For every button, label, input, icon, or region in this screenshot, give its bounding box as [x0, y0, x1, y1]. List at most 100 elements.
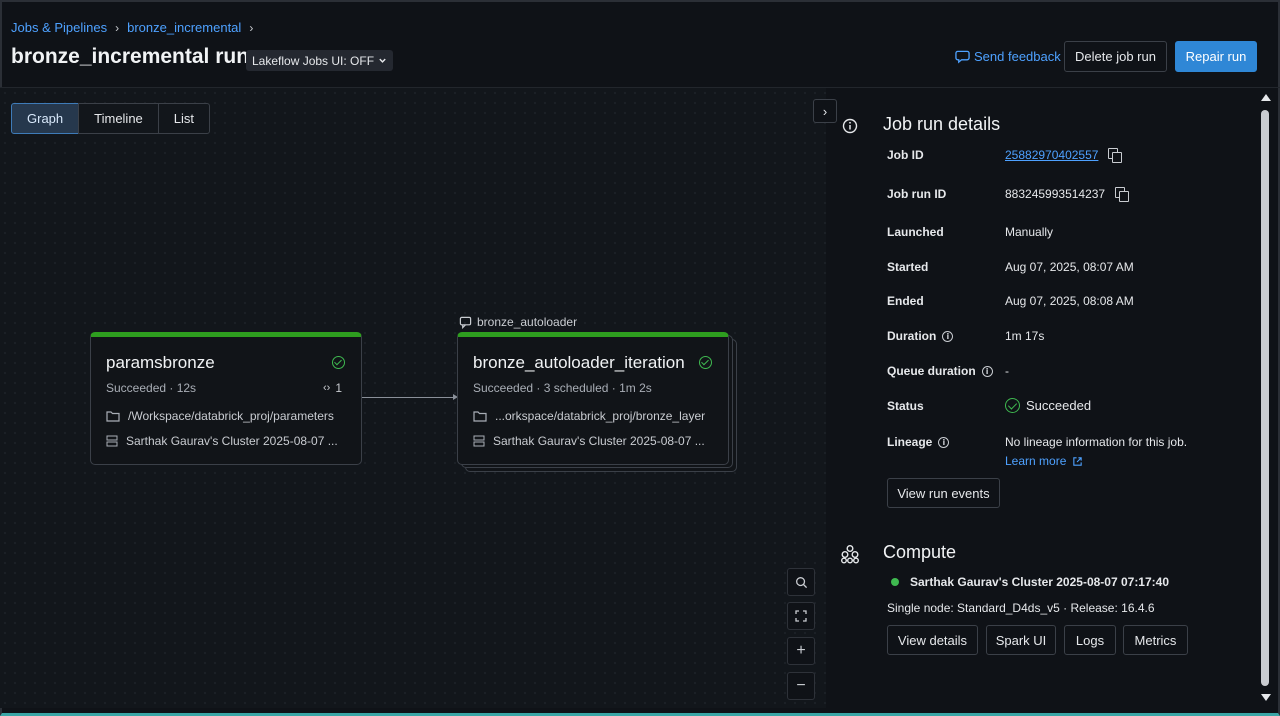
task-path: ...orkspace/databrick_proj/bronze_layer: [495, 409, 706, 423]
run-id-row: 883245993514237: [1005, 187, 1130, 202]
ended-value: Aug 07, 2025, 08:08 AM: [1005, 294, 1134, 308]
parameters-count: ‹› 1: [323, 381, 342, 395]
info-icon[interactable]: i: [981, 365, 993, 377]
plus-icon: +: [796, 642, 806, 659]
chat-bubble-icon: [955, 50, 970, 64]
info-circle-icon: [842, 118, 858, 134]
fit-view-button[interactable]: [787, 602, 815, 630]
started-label: Started: [887, 260, 929, 274]
job-id-label: Job ID: [887, 148, 924, 162]
loop-name: bronze_autoloader: [477, 315, 578, 329]
success-check-icon: [1005, 398, 1020, 413]
delete-job-run-button[interactable]: Delete job run: [1064, 41, 1167, 72]
queue-label-row: Queue duration i: [887, 364, 993, 378]
launched-label: Launched: [887, 225, 944, 239]
view-details-button[interactable]: View details: [887, 625, 978, 655]
send-feedback-link[interactable]: Send feedback: [955, 49, 1061, 64]
scroll-thumb[interactable]: [1261, 110, 1269, 686]
minus-icon: −: [796, 677, 806, 694]
scroll-down-arrow-icon[interactable]: [1261, 694, 1271, 701]
spark-ui-button[interactable]: Spark UI: [986, 625, 1056, 655]
copy-icon[interactable]: [1115, 187, 1130, 202]
lineage-label-row: Lineage i: [887, 435, 950, 449]
search-graph-button[interactable]: [787, 568, 815, 596]
task-name: bronze_autoloader_iteration: [473, 353, 685, 372]
loop-label: bronze_autoloader: [459, 315, 577, 329]
duration-label-row: Duration i: [887, 329, 954, 343]
page-title: bronze_incremental run: [11, 45, 250, 68]
zoom-out-button[interactable]: −: [787, 672, 815, 700]
search-icon: [795, 576, 807, 588]
lineage-value: No lineage information for this job.: [1005, 435, 1188, 449]
task-card-bronze-autoloader[interactable]: bronze_autoloader_iteration Succeeded · …: [457, 332, 729, 465]
zoom-in-button[interactable]: +: [787, 637, 815, 665]
learn-more-label: Learn more: [1005, 454, 1067, 468]
task-name: paramsbronze: [106, 353, 215, 372]
status-label: Status: [887, 399, 924, 413]
success-check-icon: [332, 356, 345, 369]
collapse-panel-button[interactable]: ›: [813, 99, 837, 123]
fit-screen-icon: [795, 610, 807, 622]
started-value: Aug 07, 2025, 08:07 AM: [1005, 260, 1134, 274]
learn-more-link[interactable]: Learn more: [1005, 454, 1083, 468]
cluster-name: Sarthak Gaurav's Cluster 2025-08-07 07:1…: [910, 575, 1170, 589]
breadcrumb-jobs-link[interactable]: Jobs & Pipelines: [11, 20, 107, 35]
task-card-paramsbronze[interactable]: paramsbronze Succeeded · 12s ‹› 1 /Works…: [90, 332, 362, 465]
cluster-icon: [473, 435, 485, 447]
dependency-edge: [362, 394, 458, 400]
breadcrumb-job-link[interactable]: bronze_incremental: [127, 20, 241, 35]
run-id-label: Job run ID: [887, 187, 947, 201]
chevron-right-icon: ›: [249, 20, 254, 35]
tab-list[interactable]: List: [157, 103, 211, 134]
task-path-row: /Workspace/databrick_proj/parameters: [106, 409, 334, 423]
folder-icon: [106, 411, 120, 422]
task-meta: Succeeded · 3 scheduled · 1m 2s: [473, 381, 652, 395]
task-cluster-row: Sarthak Gaurav's Cluster 2025-08-07 ...: [473, 434, 705, 448]
external-link-icon: [1073, 456, 1083, 466]
job-id-link[interactable]: 25882970402557: [1005, 148, 1098, 162]
info-icon[interactable]: i: [942, 330, 954, 342]
task-path-row: ...orkspace/databrick_proj/bronze_layer: [473, 409, 705, 423]
tab-graph[interactable]: Graph: [11, 103, 80, 134]
view-tabs: Graph Timeline List: [11, 103, 211, 134]
chevron-down-icon: [379, 58, 386, 63]
repair-run-button[interactable]: Repair run: [1175, 41, 1257, 72]
queue-duration-label: Queue duration: [887, 364, 976, 378]
chevron-right-icon: ›: [115, 20, 120, 35]
cluster-spec: Single node: Standard_D4ds_v5 · Release:…: [887, 601, 1155, 615]
tab-timeline[interactable]: Timeline: [78, 103, 159, 134]
ended-label: Ended: [887, 294, 924, 308]
cluster-icon: [106, 435, 118, 447]
duration-value: 1m 17s: [1005, 329, 1045, 343]
task-cluster: Sarthak Gaurav's Cluster 2025-08-07 ...: [493, 434, 705, 448]
lineage-label: Lineage: [887, 435, 933, 449]
copy-icon[interactable]: [1108, 148, 1123, 163]
logs-button[interactable]: Logs: [1064, 625, 1116, 655]
cluster-status-dot: [891, 578, 899, 586]
queue-duration-value: -: [1005, 364, 1009, 378]
status-value: Succeeded: [1026, 398, 1092, 413]
task-cluster: Sarthak Gaurav's Cluster 2025-08-07 ...: [126, 434, 338, 448]
launched-value: Manually: [1005, 225, 1054, 239]
run-id-value: 883245993514237: [1005, 187, 1106, 201]
metrics-button[interactable]: Metrics: [1123, 625, 1188, 655]
job-run-details-title: Job run details: [883, 114, 1001, 134]
send-feedback-label: Send feedback: [974, 49, 1061, 64]
code-icon: ‹›: [323, 382, 331, 394]
compute-title: Compute: [883, 542, 957, 562]
scroll-up-arrow-icon[interactable]: [1261, 94, 1271, 101]
view-run-events-button[interactable]: View run events: [887, 478, 1000, 508]
loop-icon: [459, 316, 472, 329]
folder-icon: [473, 411, 487, 422]
breadcrumb: Jobs & Pipelines › bronze_incremental ›: [11, 20, 253, 35]
success-check-icon: [699, 356, 712, 369]
chevron-right-icon: ›: [822, 103, 828, 119]
lakeflow-ui-toggle[interactable]: Lakeflow Jobs UI: OFF: [246, 50, 394, 71]
status-row: Succeeded: [1005, 398, 1091, 413]
task-path: /Workspace/databrick_proj/parameters: [128, 409, 334, 423]
job-id-row: 25882970402557: [1005, 148, 1123, 163]
info-icon[interactable]: i: [938, 436, 950, 448]
compute-cluster-icon: [841, 545, 859, 564]
task-meta: Succeeded · 12s: [106, 381, 197, 395]
task-cluster-row: Sarthak Gaurav's Cluster 2025-08-07 ...: [106, 434, 338, 448]
